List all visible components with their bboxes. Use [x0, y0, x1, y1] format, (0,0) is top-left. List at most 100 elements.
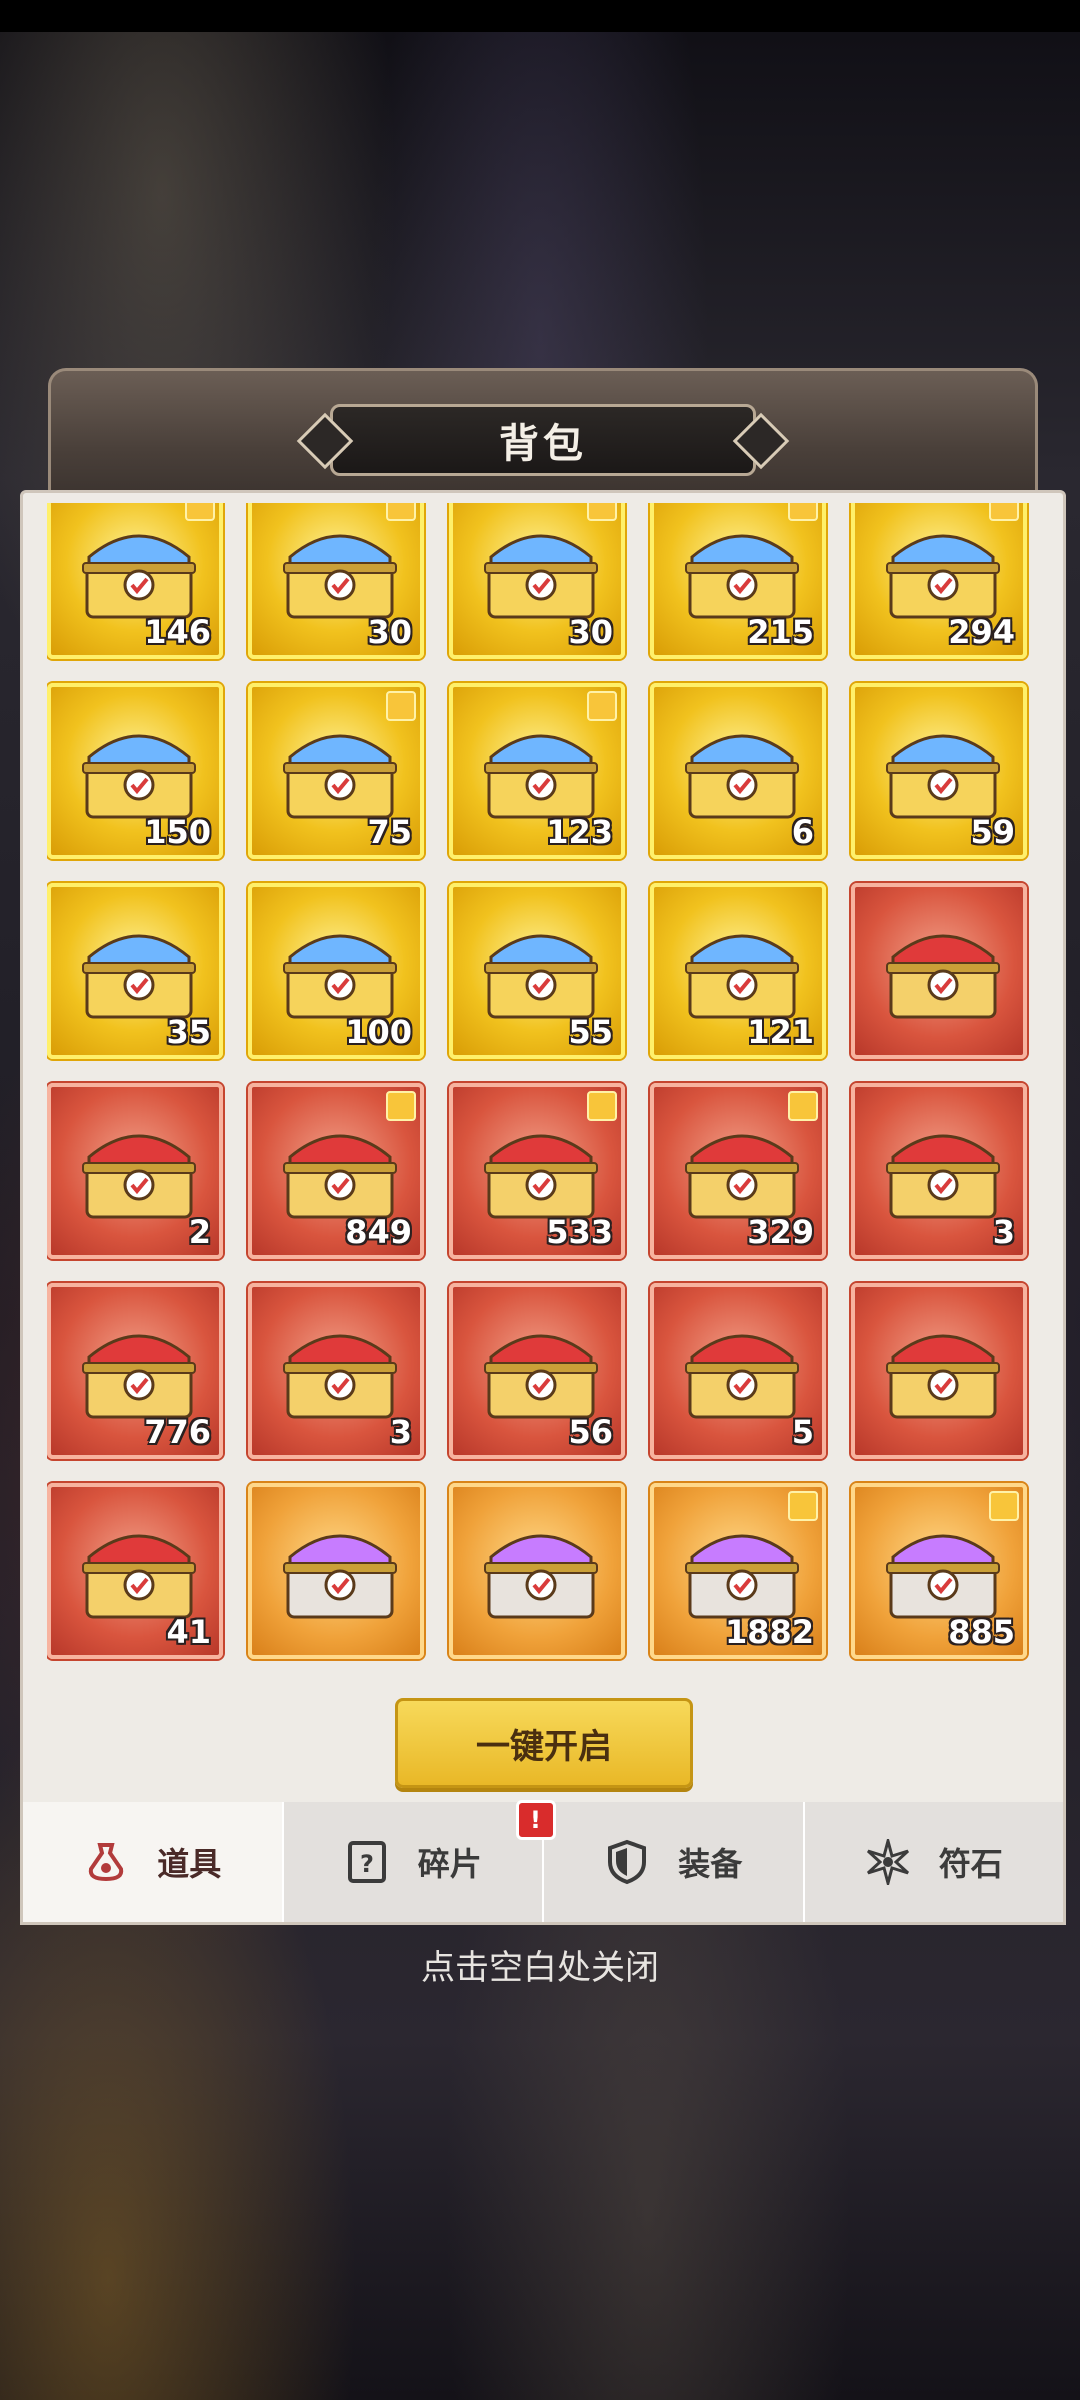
item-quantity: 75 [367, 813, 412, 851]
treasure-chest-icon [477, 1109, 605, 1227]
item-quantity: 885 [948, 1613, 1015, 1651]
item-slot[interactable]: 30 [248, 503, 424, 659]
tab-label: 装备 [678, 1845, 743, 1883]
treasure-chest-icon [879, 1309, 1007, 1427]
item-slot[interactable]: 2 [47, 1083, 223, 1259]
item-slot[interactable]: 215 [650, 503, 826, 659]
item-slot[interactable]: 3 [851, 1083, 1027, 1259]
item-slot[interactable]: 885 [851, 1483, 1027, 1659]
item-slot[interactable]: 41 [47, 1483, 223, 1659]
title-plate: 背包 [296, 404, 790, 476]
item-quantity: 41 [166, 1613, 211, 1651]
potion-icon [83, 1839, 129, 1885]
puzzle-piece-icon [386, 503, 416, 521]
treasure-chest-icon [477, 709, 605, 827]
treasure-chest-icon [678, 709, 806, 827]
puzzle-piece-icon [989, 503, 1019, 521]
item-quantity: 123 [546, 813, 613, 851]
item-slot[interactable]: 100 [248, 883, 424, 1059]
tab-label: 符石 [938, 1845, 1003, 1883]
treasure-chest-icon [75, 1109, 203, 1227]
tab-2[interactable]: 装备 [544, 1802, 805, 1922]
item-quantity: 215 [747, 613, 814, 651]
close-hint: 点击空白处关闭 [421, 1948, 659, 1988]
treasure-chest-icon [879, 509, 1007, 627]
backpack-panel: 146 30 30 215 294 150 75 123 6 59 35 100 55 121 2 849 53… [20, 490, 1066, 1808]
puzzle-piece-icon [386, 1091, 416, 1121]
item-quantity: 30 [367, 613, 412, 651]
treasure-chest-icon [477, 509, 605, 627]
item-grid-viewport[interactable]: 146 30 30 215 294 150 75 123 6 59 35 100 55 121 2 849 53… [47, 503, 1047, 1685]
item-slot[interactable]: 123 [449, 683, 625, 859]
treasure-chest-icon [678, 1509, 806, 1627]
tab-3[interactable]: 符石 [805, 1802, 1064, 1922]
treasure-chest-icon [477, 909, 605, 1027]
treasure-chest-icon [879, 709, 1007, 827]
item-slot[interactable]: 121 [650, 883, 826, 1059]
item-quantity: 6 [791, 813, 814, 851]
status-bar [0, 0, 1080, 32]
item-slot[interactable]: 1882 [650, 1483, 826, 1659]
item-slot[interactable]: 59 [851, 683, 1027, 859]
puzzle-piece-icon [587, 1091, 617, 1121]
treasure-chest-icon [879, 909, 1007, 1027]
item-quantity: 3 [389, 1413, 412, 1451]
item-quantity: 121 [747, 1013, 814, 1051]
item-slot[interactable] [851, 1283, 1027, 1459]
item-slot[interactable]: 3 [248, 1283, 424, 1459]
treasure-chest-icon [477, 1309, 605, 1427]
item-quantity: 329 [747, 1213, 814, 1251]
tab-1[interactable]: ? 碎片! [284, 1800, 556, 1922]
treasure-chest-icon [678, 1309, 806, 1427]
item-slot[interactable] [449, 1483, 625, 1659]
item-quantity: 100 [345, 1013, 412, 1051]
item-slot[interactable]: 5 [650, 1283, 826, 1459]
item-quantity: 150 [144, 813, 211, 851]
puzzle-piece-icon [989, 1491, 1019, 1521]
question-card-icon: ? [344, 1839, 390, 1885]
item-slot[interactable]: 294 [851, 503, 1027, 659]
puzzle-piece-icon [788, 1491, 818, 1521]
treasure-chest-icon [75, 909, 203, 1027]
item-slot[interactable]: 75 [248, 683, 424, 859]
item-quantity: 35 [166, 1013, 211, 1051]
item-slot[interactable]: 533 [449, 1083, 625, 1259]
item-quantity: 2 [188, 1213, 211, 1251]
item-quantity: 56 [568, 1413, 613, 1451]
shield-icon [604, 1839, 650, 1885]
treasure-chest-icon [477, 1509, 605, 1627]
item-grid: 146 30 30 215 294 150 75 123 6 59 35 100 55 121 2 849 53… [47, 503, 1027, 1659]
item-slot[interactable]: 849 [248, 1083, 424, 1259]
treasure-chest-icon [276, 1109, 404, 1227]
open-all-button[interactable]: 一键开启 [395, 1698, 693, 1788]
item-quantity: 146 [144, 613, 211, 651]
item-slot[interactable]: 150 [47, 683, 223, 859]
tab-label: 道具 [157, 1845, 222, 1883]
item-slot[interactable]: 55 [449, 883, 625, 1059]
item-slot[interactable]: 56 [449, 1283, 625, 1459]
treasure-chest-icon [276, 1309, 404, 1427]
item-slot[interactable]: 30 [449, 503, 625, 659]
item-slot[interactable]: 6 [650, 683, 826, 859]
item-slot[interactable] [248, 1483, 424, 1659]
treasure-chest-icon [879, 1109, 1007, 1227]
item-slot[interactable]: 35 [47, 883, 223, 1059]
treasure-chest-icon [276, 509, 404, 627]
item-slot[interactable]: 329 [650, 1083, 826, 1259]
puzzle-piece-icon [788, 1091, 818, 1121]
item-slot[interactable]: 146 [47, 503, 223, 659]
puzzle-piece-icon [587, 691, 617, 721]
puzzle-piece-icon [788, 503, 818, 521]
puzzle-piece-icon [386, 691, 416, 721]
treasure-chest-icon [75, 1509, 203, 1627]
page-title: 背包 [499, 421, 587, 467]
item-slot[interactable] [851, 883, 1027, 1059]
item-quantity: 5 [791, 1413, 814, 1451]
treasure-chest-icon [276, 709, 404, 827]
item-quantity: 533 [546, 1213, 613, 1251]
puzzle-piece-icon [185, 503, 215, 521]
item-slot[interactable]: 776 [47, 1283, 223, 1459]
item-quantity: 849 [345, 1213, 412, 1251]
tab-0[interactable]: 道具 [23, 1802, 284, 1922]
treasure-chest-icon [678, 509, 806, 627]
